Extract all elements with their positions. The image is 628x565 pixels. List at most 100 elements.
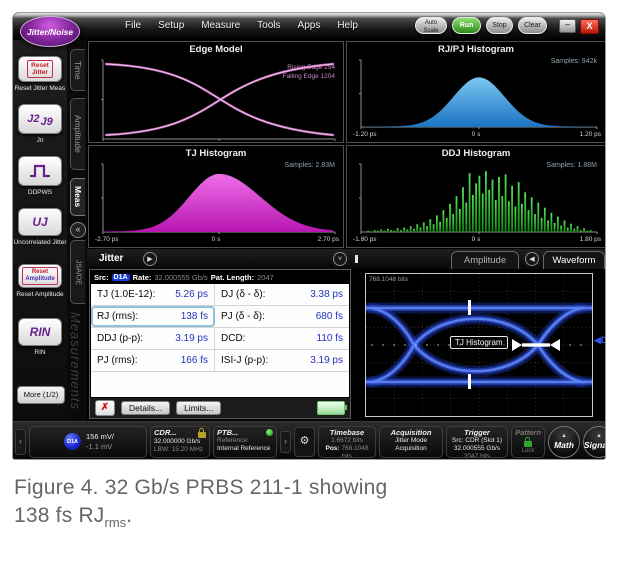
- table-row: TJ (1.0E-12):5.26 ps DJ (δ - δ):3.38 ps: [91, 284, 349, 306]
- limits-button[interactable]: Limits...: [176, 401, 221, 415]
- source-badge[interactable]: D1A: [112, 274, 130, 281]
- rjpj-tick-right: 1.20 ps: [580, 131, 601, 138]
- pattern-lock-label: Lock: [522, 448, 535, 454]
- battery-indicator: [317, 401, 345, 415]
- run-button[interactable]: Run: [452, 17, 481, 34]
- gear-icon[interactable]: ⚙: [294, 427, 315, 457]
- more-button[interactable]: More (1/2): [17, 386, 65, 404]
- tj-tick-right: 2.70 ps: [318, 236, 339, 243]
- measurements-watermark: Measurements: [68, 312, 83, 410]
- clear-button[interactable]: Clear: [518, 17, 547, 34]
- page: File Setup Measure Tools Apps Help AutoS…: [0, 0, 628, 565]
- dj-cell[interactable]: DJ (δ - δ):3.38 ps: [215, 284, 349, 305]
- caption-line2: 138 fs RJrms.: [14, 502, 387, 531]
- ddj-tick-center: 0 s: [349, 236, 603, 243]
- menu-setup[interactable]: Setup: [158, 20, 184, 31]
- tab-time[interactable]: Time: [70, 49, 85, 91]
- jn-button[interactable]: J2J9: [18, 104, 62, 134]
- menu-tools[interactable]: Tools: [257, 20, 280, 31]
- chevron-down-icon[interactable]: ˅: [333, 252, 347, 266]
- menu-file[interactable]: File: [125, 20, 141, 31]
- dcd-cell[interactable]: DCD:110 fs: [215, 328, 349, 349]
- reset-amplitude-caption: Reset Amplitude: [13, 291, 67, 299]
- stop-button[interactable]: Stop: [486, 17, 513, 34]
- source-info-line: Src: D1A Rate: 32.000555 Gb/s Pat. Lengt…: [90, 270, 350, 284]
- ddpws-button[interactable]: [18, 156, 62, 186]
- jitter-results-panel: Src: D1A Rate: 32.000555 Gb/s Pat. Lengt…: [89, 269, 351, 419]
- pattern-panel[interactable]: Pattern Lock: [511, 426, 545, 458]
- status-bar: ‹ D1A 156 mV/ -1.1 mV CDR... 32.000000 G…: [13, 421, 606, 460]
- tab-meas[interactable]: Meas: [70, 178, 85, 216]
- collapse-panel-icon[interactable]: «: [70, 222, 86, 238]
- math-button[interactable]: ▲Math: [548, 426, 580, 458]
- pulse-icon: [27, 163, 53, 179]
- menu-help[interactable]: Help: [337, 20, 358, 31]
- channel-offset: -1.1 mV: [86, 442, 114, 452]
- menu-measure[interactable]: Measure: [201, 20, 240, 31]
- eye-diagram: 768.1048 bits TJ Histogram: [365, 273, 593, 417]
- channel-panel[interactable]: D1A 156 mV/ -1.1 mV: [29, 426, 147, 458]
- tj-tick-center: 0 s: [91, 236, 341, 243]
- tab-amplitude[interactable]: Amplitude: [70, 98, 85, 170]
- rjpj-tick-center: 0 s: [349, 131, 603, 138]
- run-control-group: AutoScale Run Stop Clear: [415, 17, 547, 34]
- rate-value: 32.000555 Gb/s: [154, 273, 207, 282]
- tj-cell[interactable]: TJ (1.0E-12):5.26 ps: [91, 284, 215, 305]
- pj-rms-cell[interactable]: PJ (rms):166 fs: [91, 350, 215, 371]
- jitter-pane-tab[interactable]: Jitter: [99, 253, 123, 264]
- menu-apps[interactable]: Apps: [298, 20, 321, 31]
- autoscale-button[interactable]: AutoScale: [415, 17, 447, 34]
- results-area: Src: D1A Rate: 32.000555 Gb/s Pat. Lengt…: [87, 269, 606, 421]
- timebase-scale: 1.6672 bits: [322, 437, 372, 445]
- close-results-button[interactable]: ✗: [95, 400, 115, 416]
- app-logo: Jitter/Noise: [20, 16, 80, 47]
- cdr-panel[interactable]: CDR... 32.000000 Gb/s LBW: 15.20 MHz: [150, 426, 210, 458]
- title-bar: File Setup Measure Tools Apps Help AutoS…: [13, 13, 605, 41]
- close-button[interactable]: X: [580, 19, 599, 34]
- ddj-plot: [349, 160, 603, 235]
- charts-grid: Edge Model Rising Edge 254 Falling Edge …: [87, 40, 606, 249]
- scroll-right-icon[interactable]: ›: [280, 431, 291, 453]
- isij-cell[interactable]: ISI-J (p-p):3.19 ps: [215, 350, 349, 371]
- lock-icon: [198, 432, 206, 438]
- table-row: DDJ (p-p):3.19 ps DCD:110 fs: [91, 328, 349, 350]
- channel-scale: 156 mV/: [86, 432, 114, 442]
- caption-line1: Figure 4. 32 Gb/s PRBS 211-1 showing: [14, 474, 387, 502]
- ptb-reference-value: Internal Reference: [217, 445, 273, 453]
- up-triangle-icon: ▲: [561, 434, 566, 440]
- scroll-left-icon[interactable]: ‹: [15, 429, 26, 455]
- timebase-panel[interactable]: Timebase 1.6672 bits Pos: 768.1048 bits: [318, 426, 376, 458]
- trigger-panel[interactable]: Trigger Src: CDR (Slot 1) 32.000555 Gb/s…: [446, 426, 508, 458]
- uj-button[interactable]: UJ: [18, 208, 62, 236]
- rj-cell-selected[interactable]: RJ (rms):138 fs: [91, 306, 215, 327]
- trigger-pattern-bits: 2047 bits: [450, 453, 504, 458]
- ptb-panel[interactable]: PTB... Reference: Internal Reference: [213, 426, 277, 458]
- edge-model-plot: [91, 56, 341, 142]
- table-button-row: ✗ Details... Limits...: [90, 397, 350, 418]
- ddj-title: DDJ Histogram: [347, 148, 605, 159]
- reset-jitter-button[interactable]: ResetJitter: [18, 56, 62, 82]
- minimize-button[interactable]: –: [559, 19, 576, 33]
- pane-divider-handle[interactable]: [355, 255, 358, 263]
- tab-jsa[interactable]: JSA/OE: [70, 240, 85, 304]
- play-icon[interactable]: ▶: [143, 252, 157, 266]
- waveform-pane-tab[interactable]: Waveform: [543, 251, 605, 269]
- amplitude-pane-tab[interactable]: Amplitude: [451, 251, 519, 269]
- ddj-cell[interactable]: DDJ (p-p):3.19 ps: [91, 328, 215, 349]
- details-button[interactable]: Details...: [121, 401, 170, 415]
- left-arrow-icon[interactable]: ◀: [525, 252, 539, 266]
- signals-button[interactable]: ▲Signals: [583, 426, 606, 458]
- pattern-length-value: 2047: [257, 273, 274, 282]
- rin-caption: RIN: [13, 349, 67, 357]
- acquisition-panel[interactable]: Acquisition Jitter Mode Acquisition: [379, 426, 443, 458]
- pj-dd-cell[interactable]: PJ (δ - δ):680 fs: [215, 306, 349, 327]
- tj-histogram-marker-label[interactable]: TJ Histogram: [450, 336, 508, 349]
- ddj-histogram-panel: DDJ Histogram Samples: 1.88M -1.80 ps 0 …: [346, 145, 606, 248]
- left-tab-strip: Time Amplitude Meas « JSA/OE Measurement…: [67, 40, 87, 421]
- rin-button[interactable]: RIN: [18, 318, 62, 346]
- acquisition-line1: Jitter Mode: [383, 437, 439, 445]
- tj-title: TJ Histogram: [89, 148, 343, 159]
- channel-marker: ◀D1A: [594, 335, 606, 346]
- tj-histogram-panel: TJ Histogram Samples: 2.83M -2.70 ps 0 s…: [88, 145, 344, 248]
- reset-amplitude-button[interactable]: ResetAmplitude: [18, 264, 62, 288]
